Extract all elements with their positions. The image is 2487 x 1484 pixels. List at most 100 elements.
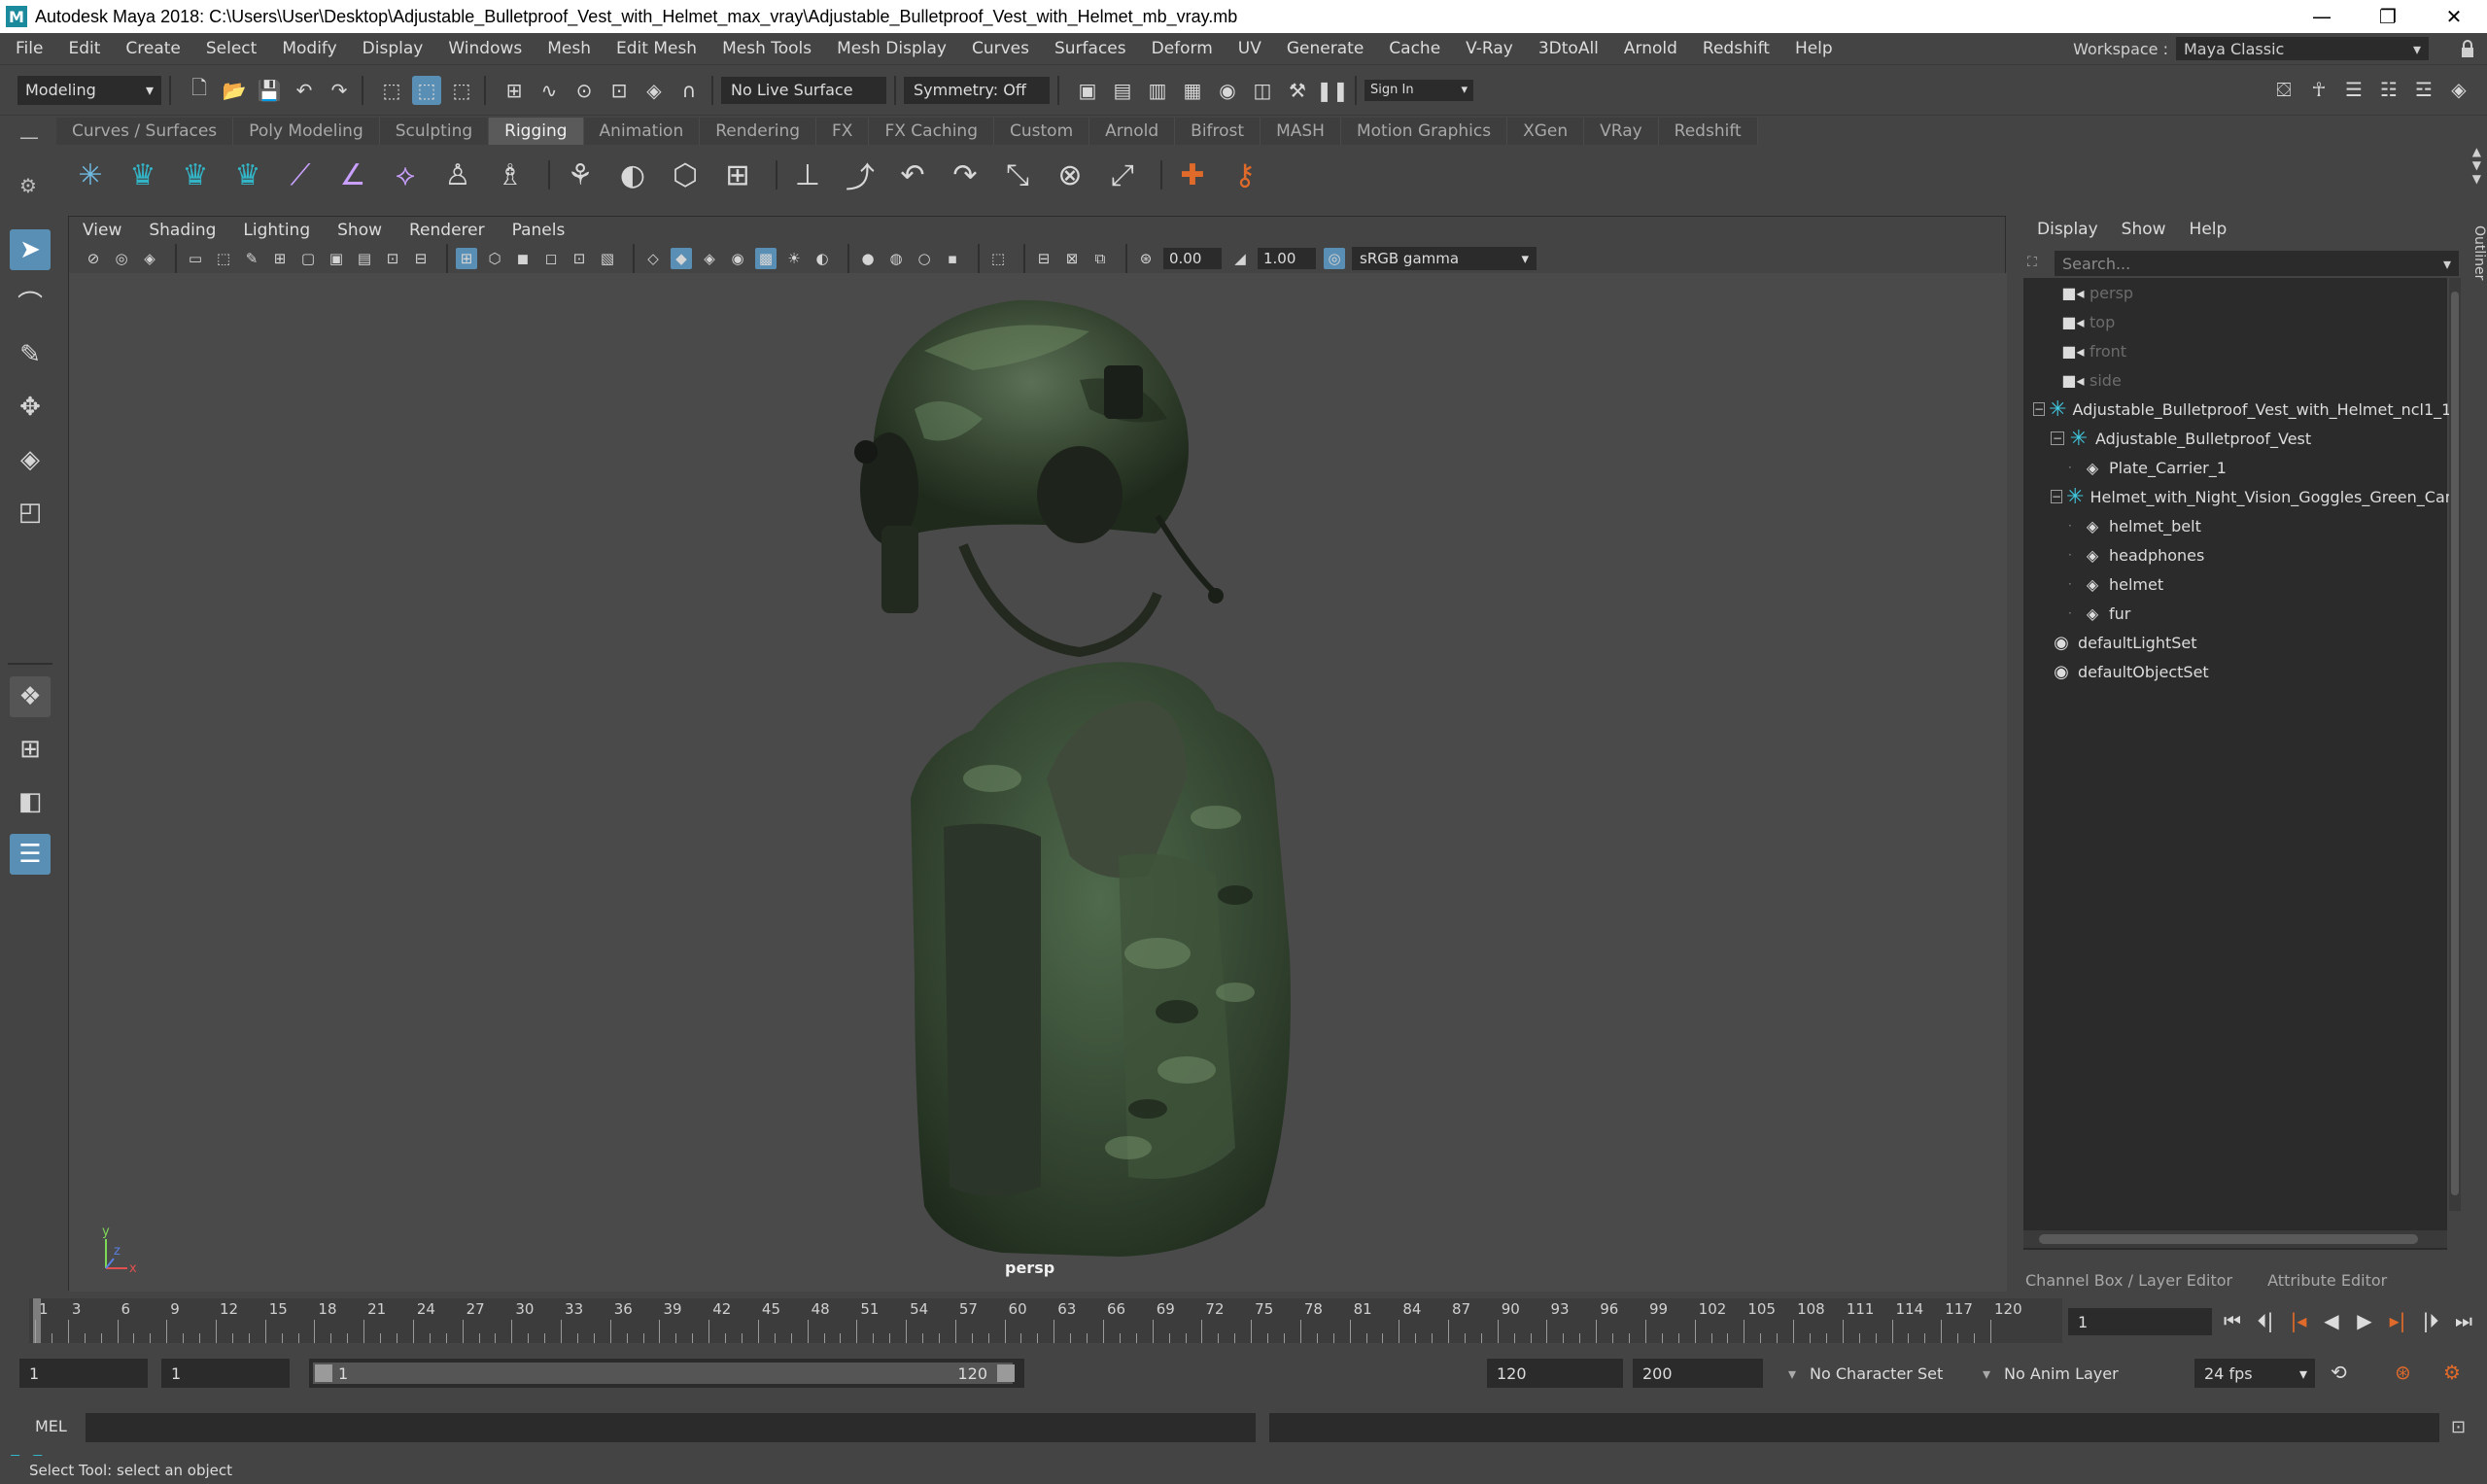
menu-windows[interactable]: Windows (435, 39, 535, 58)
insert-joint-icon[interactable]: ⟡ (383, 153, 428, 197)
minimize-button[interactable]: — (2289, 0, 2355, 33)
snap-curve-icon[interactable]: ∿ (535, 76, 564, 105)
viewport-menu-shading[interactable]: Shading (135, 221, 229, 240)
filter-icon[interactable]: ⛶ (2027, 255, 2047, 274)
outliner-item-helmet[interactable]: · ◈ helmet (2023, 569, 2447, 599)
hud-icon[interactable]: ▪ (942, 248, 963, 269)
vray-render-icon[interactable]: ◫ (1248, 76, 1277, 105)
character-set-dropdown[interactable]: ▾ No Character Set (1788, 1359, 1983, 1388)
gamma-field[interactable]: 1.00 (1258, 248, 1316, 269)
gamma-icon[interactable]: ◢ (1229, 248, 1251, 269)
save-scene-icon[interactable]: 💾 (255, 76, 284, 105)
menu-mesh-tools[interactable]: Mesh Tools (709, 39, 824, 58)
viewport-menu-lighting[interactable]: Lighting (229, 221, 324, 240)
shadows-icon[interactable]: ☀ (783, 248, 805, 269)
outliner-item-default-object-set[interactable]: ◉ defaultObjectSet (2023, 657, 2447, 686)
outliner-side-tab[interactable]: Outliner (2463, 216, 2487, 303)
color-management-icon[interactable]: ◎ (1324, 248, 1345, 269)
lattice-icon[interactable]: ⬡ (663, 153, 708, 197)
render-current-frame-icon[interactable]: ▤ (1108, 76, 1137, 105)
outliner-item-helmet-belt[interactable]: · ◈ helmet_belt (2023, 511, 2447, 540)
shelf-menu-icon[interactable]: — ⚙ (19, 125, 49, 203)
render-settings-icon[interactable]: ▦ (1178, 76, 1207, 105)
wireframe-on-shaded-icon[interactable]: ◇ (642, 248, 664, 269)
menu-redshift[interactable]: Redshift (1690, 39, 1782, 58)
point-constraint-icon[interactable]: ↶ (890, 153, 935, 197)
play-forwards-icon[interactable]: ▶ (2348, 1306, 2381, 1335)
textured-icon[interactable]: ◉ (727, 248, 748, 269)
range-end-handle[interactable] (997, 1364, 1015, 1382)
single-perspective-layout-icon[interactable]: ❖ (10, 676, 51, 717)
outliner-menu-help[interactable]: Help (2178, 220, 2239, 239)
locator-icon[interactable]: ⊥ (785, 153, 830, 197)
outliner-layout-icon[interactable]: ☰ (10, 834, 51, 875)
workspace-dropdown[interactable]: Maya Classic ▾ (2176, 37, 2429, 60)
attribute-editor-icon[interactable]: ☰ (2339, 75, 2368, 104)
tab-attribute-editor[interactable]: Attribute Editor (2267, 1271, 2387, 1290)
outliner-menu-display[interactable]: Display (2025, 220, 2110, 239)
isolate-icon[interactable]: ⬚ (987, 248, 1009, 269)
lock-icon[interactable] (2460, 39, 2477, 58)
shelf-tab-curves-surfaces[interactable]: Curves / Surfaces (56, 118, 234, 145)
menu-generate[interactable]: Generate (1274, 39, 1376, 58)
menu-help[interactable]: Help (1782, 39, 1846, 58)
loop-icon[interactable]: ⟲ (2331, 1361, 2360, 1386)
shelf-tab-redshift[interactable]: Redshift (1658, 118, 1758, 145)
step-forward-key-icon[interactable]: ▸| (2381, 1306, 2414, 1335)
view-transform-dropdown[interactable]: sRGB gamma ▾ (1352, 247, 1537, 270)
menu-arnold[interactable]: Arnold (1611, 39, 1690, 58)
select-object-icon[interactable]: ⬚ (412, 75, 441, 105)
script-editor-icon[interactable]: ⊡ (2451, 1417, 2472, 1438)
move-tool-icon[interactable]: ✥ (10, 387, 51, 428)
snap-grid-icon[interactable]: ⊞ (500, 76, 529, 105)
new-scene-icon[interactable]: 🗋 (185, 76, 214, 105)
camera-attributes-icon[interactable]: ◎ (111, 248, 132, 269)
vray-ipr-icon[interactable]: ⚒ (1283, 76, 1312, 105)
gate-mask-icon[interactable]: ▤ (354, 248, 375, 269)
parent-constraint-icon[interactable]: ⤴ (838, 153, 882, 197)
menu-3dtoall[interactable]: 3DtoAll (1526, 39, 1611, 58)
channel-box-icon[interactable]: ☲ (2409, 75, 2438, 104)
four-view-layout-icon[interactable]: ⊞ (10, 729, 51, 770)
scrollbar-thumb[interactable] (2039, 1234, 2418, 1244)
current-frame-field[interactable]: 1 (2068, 1308, 2212, 1335)
scrollbar-thumb[interactable] (2451, 292, 2459, 1195)
auto-key-icon[interactable]: ⊛ (2395, 1361, 2424, 1386)
animation-start-field[interactable]: 1 (19, 1359, 148, 1388)
menu-surfaces[interactable]: Surfaces (1042, 39, 1139, 58)
use-all-lights-icon[interactable]: ▩ (755, 248, 777, 269)
joint-tool-icon[interactable]: ✳ (68, 153, 113, 197)
collapse-icon[interactable]: − (2051, 431, 2064, 445)
shelf-collapse-icon[interactable]: — (19, 125, 49, 149)
film-gate-icon[interactable]: ▢ (297, 248, 319, 269)
snap-view-plane-icon[interactable]: ⊡ (604, 76, 634, 105)
viewport-scene[interactable]: y x z persp (69, 273, 2007, 1292)
outliner-item-top[interactable]: ■◂ top (2023, 307, 2447, 336)
paint-select-tool-icon[interactable]: ✎ (10, 334, 51, 375)
collapse-icon[interactable]: − (2033, 402, 2046, 416)
live-surface-field[interactable]: No Live Surface (721, 76, 886, 104)
shelf-tab-bifrost[interactable]: Bifrost (1175, 118, 1261, 145)
outliner-item-side[interactable]: ■◂ side (2023, 365, 2447, 395)
grease-pencil-icon[interactable]: ✎ (241, 248, 262, 269)
select-camera-icon[interactable]: ⊘ (83, 248, 104, 269)
menu-select[interactable]: Select (193, 39, 269, 58)
menu-edit-mesh[interactable]: Edit Mesh (604, 39, 709, 58)
menu-display[interactable]: Display (350, 39, 436, 58)
outliner-item-default-light-set[interactable]: ◉ defaultLightSet (2023, 628, 2447, 657)
step-back-frame-icon[interactable]: ⏴| (2249, 1306, 2282, 1335)
layer-editor-icon[interactable]: ◈ (2444, 75, 2473, 104)
fps-dropdown[interactable]: 24 fps ▾ (2194, 1359, 2315, 1388)
redo-icon[interactable]: ↷ (325, 76, 354, 105)
depth-of-field-icon[interactable]: ○ (914, 248, 935, 269)
paint-weights-icon[interactable]: ◐ (610, 153, 655, 197)
select-component-icon[interactable]: ⬚ (447, 76, 476, 105)
ik-spline-icon[interactable]: ∠ (330, 153, 375, 197)
shelf-tab-sculpting[interactable]: Sculpting (379, 118, 490, 145)
animation-preferences-icon[interactable]: ⚙ (2443, 1361, 2472, 1386)
outliner-item-helmet-group[interactable]: − ✳ Helmet_with_Night_Vision_Goggles_Gre… (2023, 482, 2460, 511)
shelf-tab-rigging[interactable]: Rigging (489, 118, 584, 145)
shelf-tab-motion-graphics[interactable]: Motion Graphics (1340, 118, 1508, 145)
tool-settings-icon[interactable]: ☷ (2374, 75, 2403, 104)
exposure-field[interactable]: 0.00 (1163, 248, 1222, 269)
